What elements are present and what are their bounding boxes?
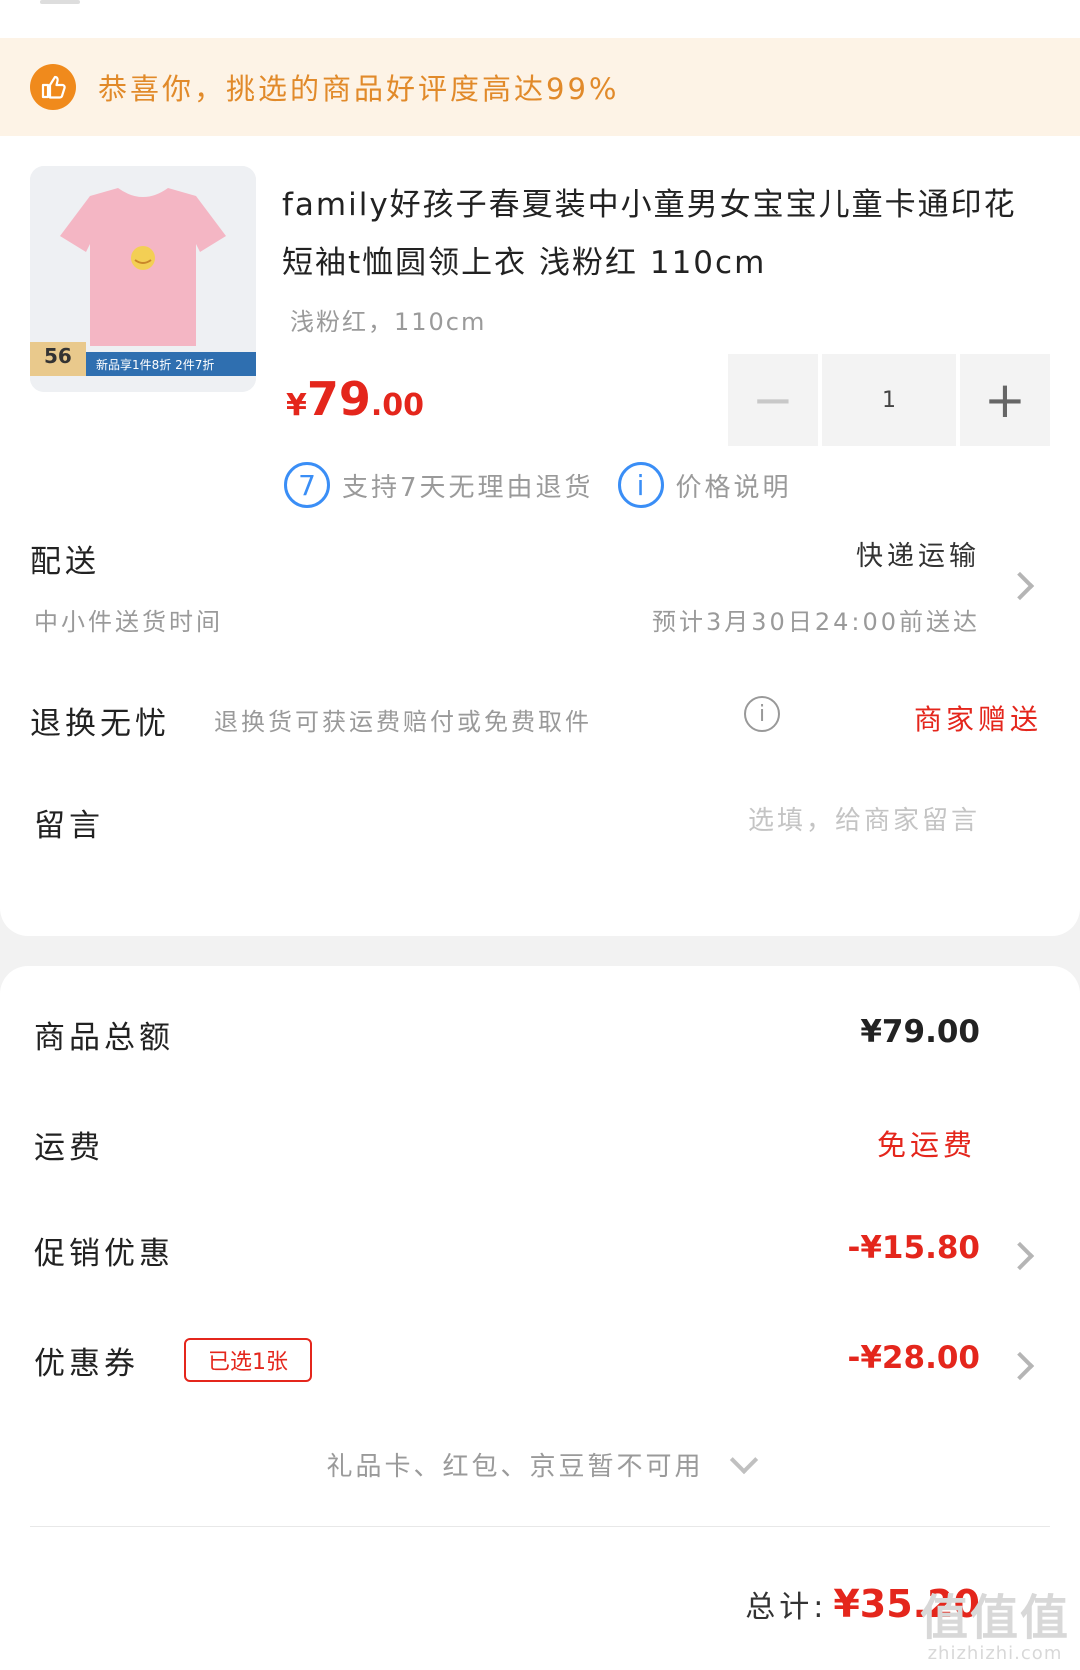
return-worry-free-label: 退换无忧: [30, 706, 170, 742]
banner-text: 恭喜你，挑选的商品好评度高达99%: [98, 72, 620, 106]
thumbs-up-icon: [30, 64, 76, 110]
merchant-gift-tag: 商家赠送: [913, 703, 1042, 736]
message-label: 留言: [34, 808, 104, 844]
increase-button[interactable]: +: [960, 354, 1050, 446]
shipping-label: 运费: [34, 1130, 104, 1166]
product-image-banner: 新品享1件8折 2件7折: [96, 358, 215, 372]
gift-card-note-text: 礼品卡、红包、京豆暂不可用: [326, 1452, 704, 1482]
price-summary-card: 商品总额 ¥79.00 运费 免运费 促销优惠 -¥15.80 优惠券 已选1张…: [0, 966, 1080, 1670]
product-spec: 浅粉红，110cm: [290, 308, 487, 336]
gift-card-note[interactable]: 礼品卡、红包、京豆暂不可用: [0, 1445, 1080, 1483]
product-image-badge: 56: [44, 344, 72, 368]
goods-total-label: 商品总额: [34, 1020, 174, 1056]
price-integer: 79: [306, 372, 371, 426]
coupon-selected-tag[interactable]: 已选1张: [184, 1338, 312, 1382]
order-item-card: 56 新品享1件8折 2件7折 family好孩子春夏装中小童男女宝宝儿童卡通印…: [0, 136, 1080, 936]
service-info: 7 支持7天无理由退货 i 价格说明: [284, 462, 792, 508]
return-info-icon[interactable]: i: [744, 696, 780, 732]
coupon-chevron-icon[interactable]: [1005, 1351, 1035, 1381]
delivery-chevron-icon[interactable]: [1005, 571, 1035, 601]
delivery-time-label: 中小件送货时间: [34, 608, 223, 636]
chevron-down-icon[interactable]: [729, 1445, 758, 1474]
info-icon: i: [617, 462, 664, 508]
price-symbol: ¥: [286, 388, 307, 423]
delivery-label: 配送: [30, 544, 100, 580]
message-input[interactable]: 选填，给商家留言: [748, 800, 980, 837]
price-explanation-link[interactable]: 价格说明: [676, 467, 792, 504]
coupon-value[interactable]: -¥28.00: [848, 1340, 981, 1376]
divider: [30, 1526, 1050, 1527]
total-label: 总计:: [745, 1590, 828, 1625]
shipping-value: 免运费: [876, 1128, 976, 1162]
top-strip-mark: [40, 0, 80, 4]
watermark-url: zhizhizhi.com: [927, 1643, 1063, 1664]
seven-day-return-icon: 7: [284, 462, 330, 508]
promotion-chevron-icon[interactable]: [1005, 1241, 1035, 1271]
coupon-label: 优惠券: [34, 1346, 139, 1382]
price-decimal: .00: [370, 388, 425, 423]
return-worry-free-desc: 退换货可获运费赔付或免费取件: [214, 708, 592, 736]
return-policy-text[interactable]: 支持7天无理由退货: [342, 467, 594, 504]
quantity-stepper: − 1 +: [728, 354, 1050, 446]
product-price: ¥79.00: [286, 372, 424, 426]
promotion-label: 促销优惠: [34, 1236, 174, 1272]
goods-total-value: ¥79.00: [860, 1014, 980, 1050]
decrease-button[interactable]: −: [728, 354, 818, 446]
watermark-text: 值值值: [919, 1590, 1070, 1646]
quantity-value[interactable]: 1: [822, 354, 956, 446]
product-image[interactable]: 56 新品享1件8折 2件7折: [30, 166, 256, 392]
delivery-method[interactable]: 快递运输: [856, 534, 980, 573]
delivery-eta: 预计3月30日24:00前送达: [652, 608, 980, 636]
praise-banner: 恭喜你，挑选的商品好评度高达99%: [0, 38, 1080, 136]
watermark-logo: 值值值 zhizhizhi.com: [920, 1593, 1070, 1664]
top-strip: [0, 0, 1080, 38]
promotion-value[interactable]: -¥15.80: [848, 1230, 981, 1266]
product-title[interactable]: family好孩子春夏装中小童男女宝宝儿童卡通印花短袖t恤圆领上衣 浅粉红 11…: [282, 176, 1042, 292]
